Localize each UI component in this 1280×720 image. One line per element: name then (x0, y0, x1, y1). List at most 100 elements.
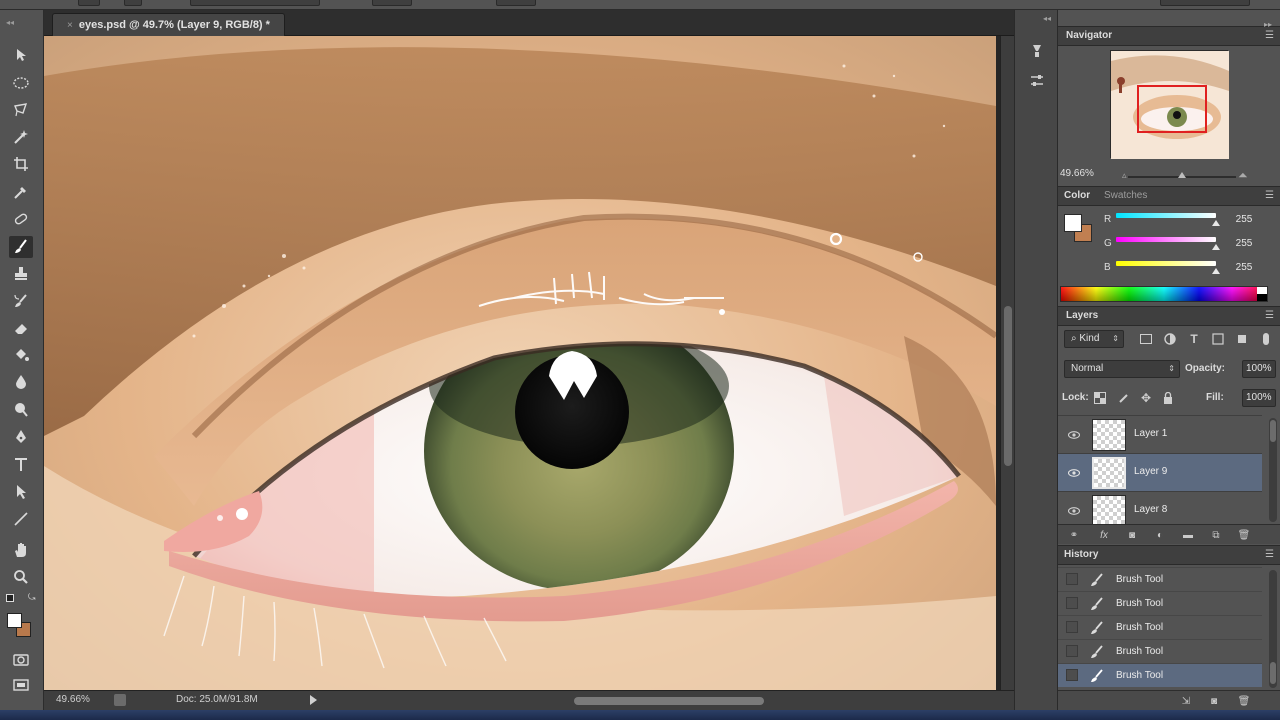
brush-preset-picker[interactable] (124, 0, 142, 6)
filter-smart-object-icon[interactable] (1234, 331, 1250, 347)
navigator-panel-header[interactable]: ▸▸ Navigator ☰ (1058, 20, 1280, 46)
history-snapshot-checkbox[interactable] (1066, 573, 1078, 585)
flow-field[interactable] (496, 0, 536, 6)
red-channel-slider[interactable] (1116, 213, 1216, 218)
add-mask-icon[interactable]: ◙ (1124, 527, 1140, 543)
status-menu-arrow-icon[interactable] (310, 695, 317, 705)
history-snapshot-checkbox[interactable] (1066, 669, 1078, 681)
history-state[interactable]: Brush Tool (1058, 567, 1262, 591)
elliptical-marquee-icon[interactable] (9, 72, 33, 94)
workspace-switcher[interactable] (1160, 0, 1250, 6)
history-state-current[interactable]: Brush Tool (1058, 663, 1262, 687)
green-channel-slider[interactable] (1116, 237, 1216, 242)
new-layer-icon[interactable]: ⧉ (1208, 527, 1224, 543)
spot-healing-brush-icon[interactable] (9, 208, 33, 230)
collapse-dock-icon[interactable]: ▸▸ (1264, 20, 1272, 29)
color-menu-icon[interactable]: ☰ (1265, 190, 1274, 201)
layer-row-layer-9[interactable]: Layer 9 (1058, 453, 1262, 491)
clone-stamp-icon[interactable] (9, 263, 33, 285)
blue-channel-value[interactable]: 255 (1224, 260, 1264, 276)
eyedropper-icon[interactable] (9, 181, 33, 203)
lock-image-pixels-icon[interactable] (1116, 390, 1132, 406)
navigator-tab[interactable]: Navigator (1066, 30, 1112, 41)
navigator-thumbnail[interactable] (1110, 50, 1229, 159)
screen-mode-icon[interactable] (9, 674, 33, 696)
filter-toggle-icon[interactable] (1258, 331, 1274, 347)
navigator-zoom-slider-knob[interactable] (1178, 172, 1186, 178)
move-tool-icon[interactable] (9, 44, 33, 66)
hand-icon[interactable] (9, 539, 33, 561)
red-channel-value[interactable]: 255 (1224, 212, 1264, 228)
lasso-icon[interactable] (9, 99, 33, 121)
layers-scroll-thumb[interactable] (1270, 420, 1276, 442)
layer-name[interactable]: Layer 1 (1134, 428, 1167, 439)
swatches-tab[interactable]: Swatches (1104, 190, 1147, 201)
filter-shape-icon[interactable] (1210, 331, 1226, 347)
layers-tab[interactable]: Layers (1066, 310, 1098, 321)
layer-visibility-eye-icon[interactable] (1066, 466, 1082, 480)
zoom-in-icon[interactable]: ⏶ (1238, 168, 1248, 183)
history-scrollbar[interactable] (1269, 570, 1277, 688)
navigator-menu-icon[interactable]: ☰ (1265, 30, 1274, 41)
lock-all-icon[interactable] (1160, 390, 1176, 406)
brush-presets-panel-icon[interactable] (1026, 40, 1048, 62)
layers-menu-icon[interactable]: ☰ (1265, 310, 1274, 321)
color-spectrum-bar[interactable] (1060, 286, 1268, 302)
adjustments-panel-icon[interactable] (1026, 70, 1048, 92)
blue-slider-knob[interactable] (1212, 268, 1220, 274)
vertical-scrollbar[interactable] (1000, 36, 1014, 690)
blue-channel-slider[interactable] (1116, 261, 1216, 266)
type-icon[interactable] (9, 454, 33, 476)
filter-pixel-icon[interactable] (1138, 331, 1154, 347)
horizontal-scrollbar[interactable] (344, 697, 1000, 705)
paint-bucket-icon[interactable] (9, 344, 33, 366)
swap-colors-icon[interactable]: ⤿ (28, 592, 36, 603)
blur-icon[interactable] (9, 371, 33, 393)
navigator-view-box[interactable] (1137, 85, 1207, 133)
green-channel-value[interactable]: 255 (1224, 236, 1264, 252)
layer-style-icon[interactable]: fx (1096, 527, 1112, 543)
filter-type-icon[interactable]: T (1186, 331, 1202, 347)
horizontal-scroll-thumb[interactable] (574, 697, 764, 705)
history-tab[interactable]: History (1064, 549, 1098, 560)
green-slider-knob[interactable] (1212, 244, 1220, 250)
delete-layer-icon[interactable]: 🗑 (1236, 527, 1252, 543)
layer-name[interactable]: Layer 8 (1134, 504, 1167, 515)
opacity-field[interactable] (372, 0, 412, 6)
mode-dropdown[interactable] (190, 0, 320, 6)
document-tab[interactable]: × eyes.psd @ 49.7% (Layer 9, RGB/8) * (52, 13, 285, 36)
history-snapshot-checkbox[interactable] (1066, 621, 1078, 633)
magic-wand-icon[interactable] (9, 126, 33, 148)
canvas[interactable] (44, 36, 1000, 690)
history-brush-icon[interactable] (9, 290, 33, 312)
line-icon[interactable] (9, 508, 33, 530)
history-snapshot-checkbox[interactable] (1066, 645, 1078, 657)
expand-panels-icon[interactable]: ◂◂ (1043, 14, 1051, 23)
layer-name[interactable]: Layer 9 (1134, 466, 1167, 477)
lock-transparent-pixels-icon[interactable] (1092, 390, 1108, 406)
layer-filter-kind[interactable]: ⌕ Kind ⇕ (1064, 330, 1124, 348)
delete-state-icon[interactable]: 🗑 (1236, 693, 1252, 709)
new-adjustment-layer-icon[interactable]: ◐ (1152, 527, 1168, 543)
collapse-toolbox-icon[interactable]: ◂◂ (6, 18, 14, 27)
color-tab[interactable]: Color (1064, 190, 1090, 201)
crop-icon[interactable] (9, 153, 33, 175)
link-layers-icon[interactable]: ⚭ (1066, 527, 1082, 543)
filter-adjustment-icon[interactable] (1162, 331, 1178, 347)
pen-icon[interactable] (9, 426, 33, 448)
layer-row-layer-8[interactable]: Layer 8 (1058, 491, 1262, 525)
status-share-icon[interactable] (114, 694, 126, 706)
fill-field[interactable]: 100% (1242, 389, 1276, 407)
layer-row-layer-1[interactable]: Layer 1 (1058, 415, 1262, 453)
navigator-zoom-slider[interactable] (1128, 172, 1236, 178)
vertical-scroll-thumb[interactable] (1004, 306, 1012, 466)
brush-icon[interactable] (9, 236, 33, 258)
red-slider-knob[interactable] (1212, 220, 1220, 226)
layer-visibility-eye-icon[interactable] (1066, 428, 1082, 442)
blend-mode-dropdown[interactable]: Normal ⇕ (1064, 360, 1180, 378)
lock-position-icon[interactable]: ✥ (1138, 390, 1154, 406)
new-snapshot-icon[interactable]: ◙ (1206, 693, 1222, 709)
history-snapshot-checkbox[interactable] (1066, 597, 1078, 609)
history-state[interactable]: Brush Tool (1058, 615, 1262, 639)
new-document-from-state-icon[interactable]: ⇲ (1178, 693, 1194, 709)
